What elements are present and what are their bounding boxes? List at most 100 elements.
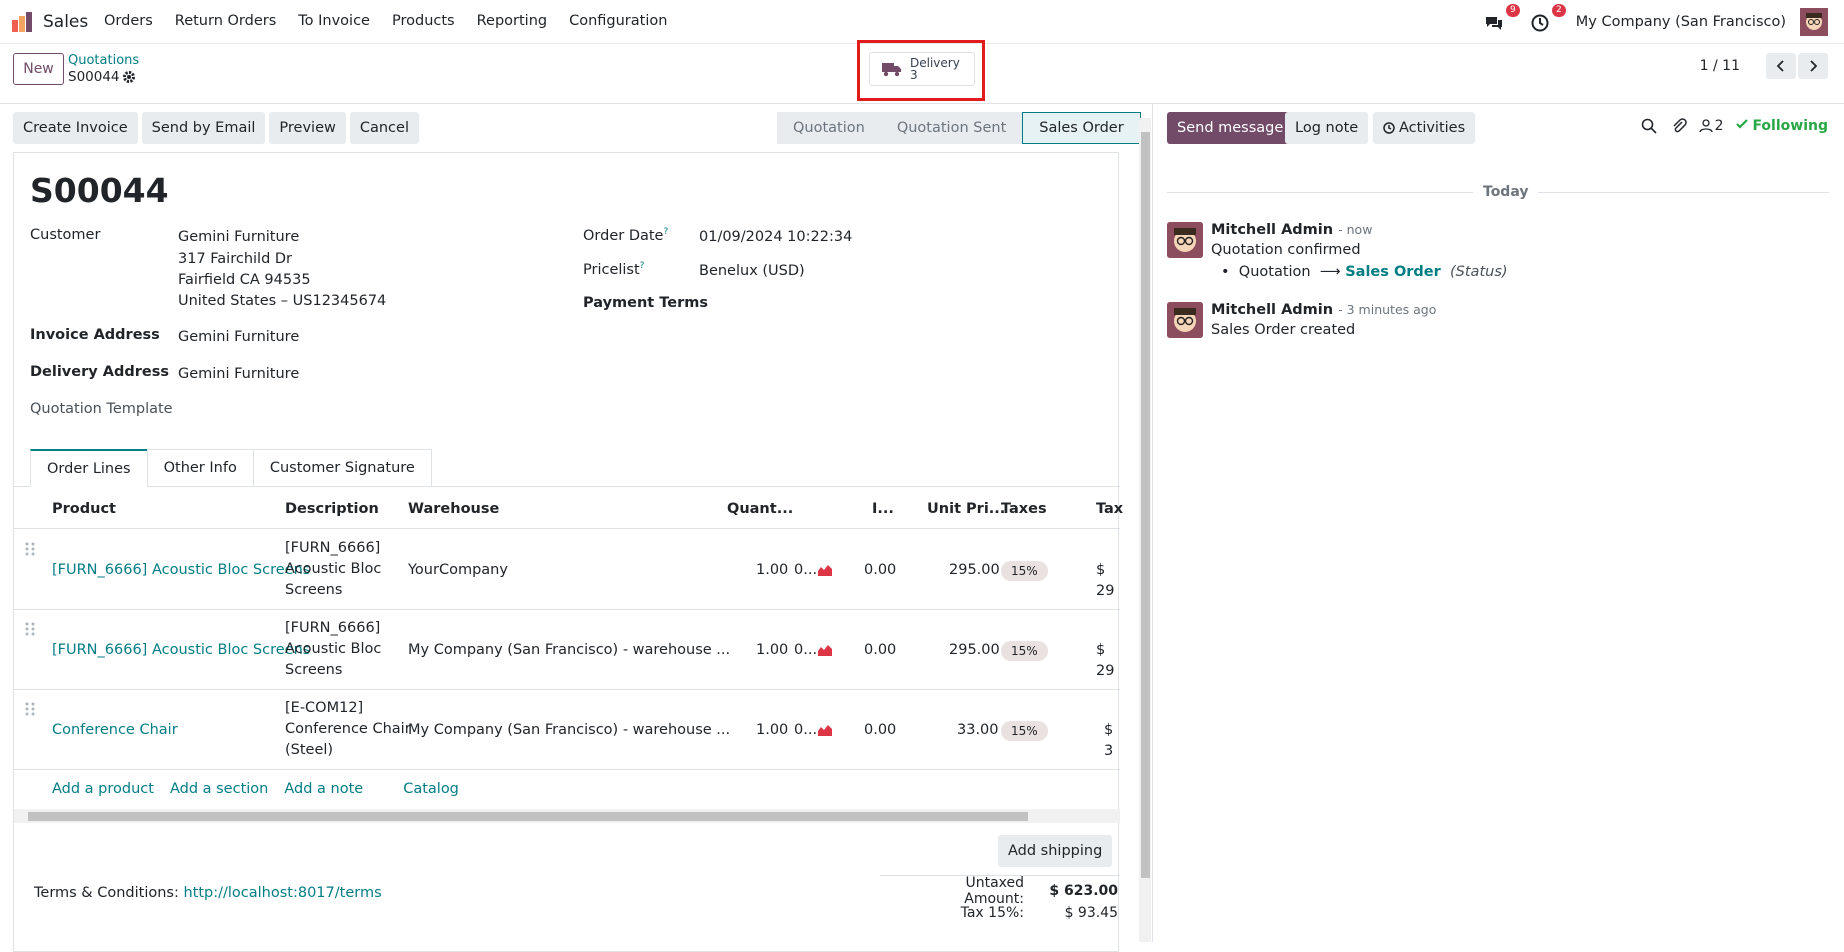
delivery-count: 3: [910, 68, 918, 82]
col-description[interactable]: Description: [285, 501, 379, 517]
drag-handle-icon[interactable]: [24, 622, 36, 636]
create-invoice-button[interactable]: Create Invoice: [13, 112, 138, 144]
row-unit-price[interactable]: 295.00: [949, 640, 1000, 661]
messages-button[interactable]: 9: [1484, 4, 1520, 34]
menu-configuration[interactable]: Configuration: [569, 13, 667, 29]
followers-count[interactable]: 2: [1715, 118, 1724, 134]
tab-other-info[interactable]: Other Info: [146, 449, 254, 487]
author-avatar[interactable]: [1167, 222, 1203, 258]
row-quantity[interactable]: 1.00: [756, 560, 788, 581]
table-row[interactable]: Conference Chair [E-COM12] Conference Ch…: [14, 690, 1120, 770]
order-lines-header: Product Description Warehouse Quant... I…: [14, 491, 1123, 529]
vertical-scrollbar[interactable]: [1139, 118, 1151, 942]
col-tax-total[interactable]: Tax: [1096, 501, 1123, 517]
paperclip-icon[interactable]: [1671, 118, 1687, 134]
preview-button[interactable]: Preview: [269, 112, 346, 144]
sales-app-icon[interactable]: [12, 12, 34, 32]
pricelist-field[interactable]: Benelux (USD): [699, 261, 805, 282]
message-author[interactable]: Mitchell Admin: [1211, 302, 1333, 318]
forecast-chart-icon[interactable]: [818, 724, 832, 736]
col-product[interactable]: Product: [52, 501, 116, 517]
drag-handle-icon[interactable]: [24, 702, 36, 716]
user-avatar[interactable]: [1800, 8, 1828, 36]
menu-return-orders[interactable]: Return Orders: [175, 13, 277, 29]
menu-to-invoice[interactable]: To Invoice: [298, 13, 370, 29]
add-note-link[interactable]: Add a note: [284, 781, 363, 797]
add-product-link[interactable]: Add a product: [52, 781, 154, 797]
row-description-line2: Acoustic Bloc: [285, 561, 382, 577]
status-quotation[interactable]: Quotation: [777, 112, 881, 144]
breadcrumb-quotations[interactable]: Quotations: [68, 53, 139, 68]
delivery-address-field[interactable]: Gemini Furniture: [178, 364, 299, 385]
drag-handle-icon[interactable]: [24, 542, 36, 556]
add-shipping-button[interactable]: Add shipping: [998, 835, 1113, 867]
menu-products[interactable]: Products: [392, 13, 455, 29]
log-note-button[interactable]: Log note: [1285, 112, 1369, 144]
order-date-help[interactable]: ?: [663, 227, 668, 237]
row-warehouse[interactable]: My Company (San Francisco) - warehouse .…: [408, 720, 730, 741]
add-section-link[interactable]: Add a section: [170, 781, 268, 797]
row-tax-badge[interactable]: 15%: [1001, 561, 1048, 581]
row-product[interactable]: [FURN_6666] Acoustic Bloc Screens: [52, 640, 310, 661]
invoice-address-field[interactable]: Gemini Furniture: [178, 327, 299, 348]
order-date-field[interactable]: 01/09/2024 10:22:34: [699, 227, 852, 248]
message-author[interactable]: Mitchell Admin: [1211, 222, 1333, 238]
col-taxes[interactable]: Taxes: [1001, 501, 1047, 517]
status-bar: Quotation Quotation Sent Sales Order: [777, 112, 1141, 144]
user-icon[interactable]: [1698, 119, 1713, 133]
user-face-icon: [1167, 302, 1203, 338]
row-tax-badge[interactable]: 15%: [1001, 721, 1048, 741]
row-tax-badge[interactable]: 15%: [1001, 641, 1048, 661]
row-product[interactable]: Conference Chair: [52, 720, 178, 741]
table-row[interactable]: [FURN_6666] Acoustic Bloc Screens [FURN_…: [14, 530, 1120, 610]
row-quantity[interactable]: 1.00: [756, 640, 788, 661]
menu-reporting[interactable]: Reporting: [477, 13, 548, 29]
send-message-button[interactable]: Send message: [1167, 112, 1294, 144]
cancel-button[interactable]: Cancel: [349, 112, 419, 144]
col-quantity[interactable]: Quant...: [727, 501, 793, 517]
app-name[interactable]: Sales: [43, 12, 88, 32]
horizontal-scrollbar[interactable]: [14, 809, 1120, 823]
row-warehouse[interactable]: My Company (San Francisco) - warehouse .…: [408, 640, 730, 661]
col-warehouse[interactable]: Warehouse: [408, 501, 499, 517]
pricelist-help[interactable]: ?: [640, 261, 645, 271]
tab-customer-signature[interactable]: Customer Signature: [252, 449, 432, 487]
table-row[interactable]: [FURN_6666] Acoustic Bloc Screens [FURN_…: [14, 610, 1120, 690]
horizontal-scroll-thumb[interactable]: [28, 812, 1028, 821]
row-quantity[interactable]: 1.00: [756, 720, 788, 741]
col-invoiced[interactable]: I...: [872, 501, 894, 517]
catalog-link[interactable]: Catalog: [403, 781, 459, 797]
terms-link[interactable]: http://localhost:8017/terms: [183, 885, 381, 901]
author-avatar[interactable]: [1167, 302, 1203, 338]
forecast-chart-icon[interactable]: [818, 564, 832, 576]
terms-label: Terms & Conditions:: [34, 885, 179, 901]
row-product[interactable]: [FURN_6666] Acoustic Bloc Screens: [52, 560, 310, 581]
gear-icon[interactable]: [122, 70, 136, 84]
col-unit-price[interactable]: Unit Pri...: [927, 501, 1005, 517]
status-sales-order[interactable]: Sales Order: [1022, 112, 1141, 144]
following-button[interactable]: Following: [1735, 118, 1828, 134]
customer-name-link[interactable]: Gemini Furniture: [178, 227, 299, 248]
activities-label: Activities: [1399, 120, 1466, 136]
chat-icon: [1485, 17, 1502, 30]
pager-next-button[interactable]: [1798, 53, 1828, 79]
company-switcher[interactable]: My Company (San Francisco): [1576, 14, 1786, 30]
row-unit-price[interactable]: 33.00: [957, 720, 999, 741]
send-by-email-button[interactable]: Send by Email: [141, 112, 266, 144]
vertical-scroll-thumb[interactable]: [1141, 132, 1150, 878]
row-unit-price[interactable]: 295.00: [949, 560, 1000, 581]
pager-previous-button[interactable]: [1766, 53, 1796, 79]
menu-orders[interactable]: Orders: [104, 13, 153, 29]
row-warehouse[interactable]: YourCompany: [408, 560, 508, 581]
activities-button[interactable]: 2: [1530, 4, 1566, 34]
tab-order-lines[interactable]: Order Lines: [30, 449, 148, 487]
status-quotation-sent[interactable]: Quotation Sent: [880, 112, 1023, 144]
new-button[interactable]: New: [13, 53, 64, 85]
pager-value[interactable]: 1 / 11: [1700, 58, 1740, 74]
row-description-line2: Acoustic Bloc: [285, 641, 382, 657]
delivery-smart-button[interactable]: Delivery 3: [869, 52, 975, 86]
search-icon[interactable]: [1641, 118, 1657, 134]
forecast-chart-icon[interactable]: [818, 644, 832, 656]
message-body: Sales Order created: [1211, 322, 1356, 338]
activities-button-chatter[interactable]: Activities: [1373, 112, 1476, 144]
